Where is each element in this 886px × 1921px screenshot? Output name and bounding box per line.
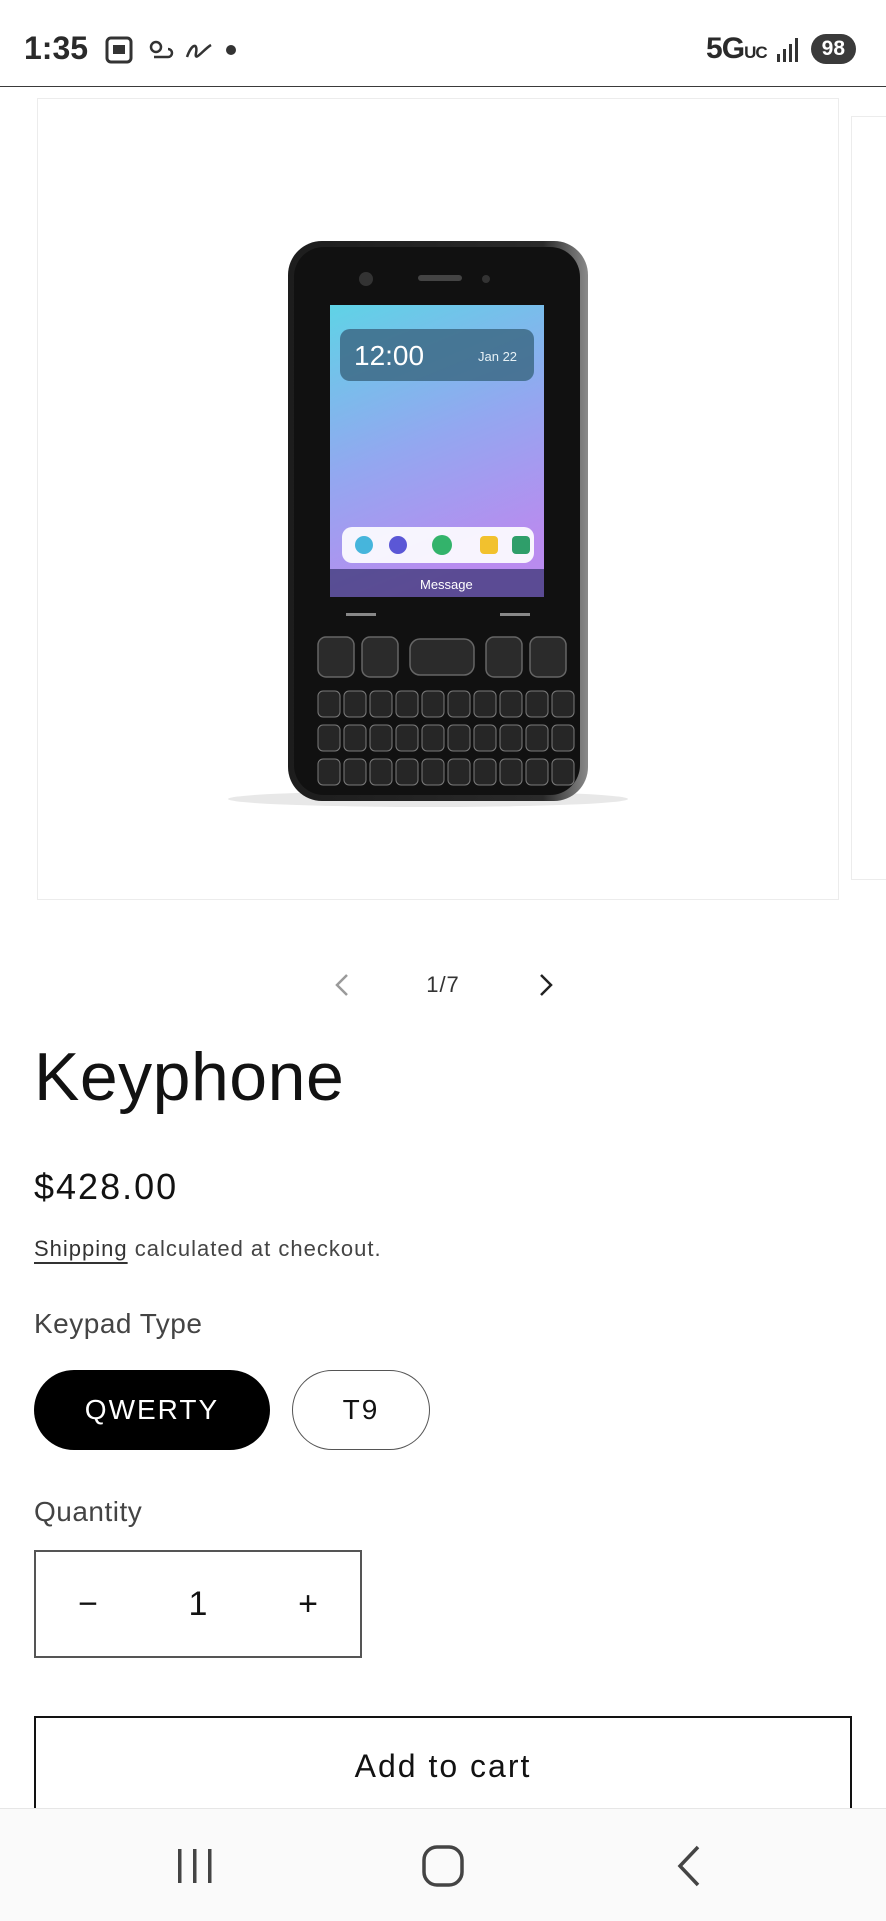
- signature-icon: [185, 43, 212, 58]
- chevron-left-icon[interactable]: [328, 970, 358, 1000]
- signal-icon: [776, 38, 798, 62]
- quantity-input[interactable]: 1: [140, 1585, 256, 1624]
- variant-t9-button[interactable]: T9: [292, 1370, 430, 1450]
- network-suffix: UC: [744, 43, 768, 62]
- quantity-decrease-button[interactable]: −: [36, 1552, 140, 1656]
- battery-badge: 98: [810, 34, 856, 64]
- shipping-link[interactable]: Shipping: [34, 1236, 128, 1261]
- svg-text:Message: Message: [420, 577, 473, 592]
- next-image-peek[interactable]: [851, 116, 886, 880]
- variant-qwerty-button[interactable]: QWERTY: [34, 1370, 270, 1450]
- variant-options: QWERTY T9: [34, 1370, 430, 1450]
- weather-icon: [149, 40, 174, 59]
- shipping-text: calculated at checkout.: [127, 1236, 382, 1261]
- chevron-right-icon[interactable]: [530, 970, 560, 1000]
- system-nav-bar: [0, 1808, 886, 1921]
- status-right: 5GUC 98: [706, 32, 856, 66]
- status-icons: [104, 32, 238, 68]
- quantity-label: Quantity: [34, 1496, 143, 1527]
- product-image-frame[interactable]: 12:00 Jan 22 Message: [37, 98, 839, 900]
- screenshot-icon: [105, 36, 133, 64]
- svg-text:12:00: 12:00: [354, 340, 424, 371]
- shipping-note: Shipping calculated at checkout.: [34, 1236, 382, 1262]
- product-image: 12:00 Jan 22 Message: [228, 241, 628, 807]
- slider-nav: 1/7: [0, 962, 886, 1012]
- svg-text:Jan 22: Jan 22: [478, 349, 517, 364]
- back-icon[interactable]: [666, 1841, 716, 1891]
- product-price: $428.00: [34, 1166, 179, 1207]
- home-icon[interactable]: [418, 1841, 468, 1891]
- network-type: 5G: [706, 32, 745, 65]
- slide-counter: 1/7: [426, 972, 460, 997]
- network-indicator: 5GUC: [706, 32, 768, 66]
- product-title: Keyphone: [34, 1039, 345, 1115]
- add-to-cart-button[interactable]: Add to cart: [34, 1716, 852, 1816]
- variant-label: Keypad Type: [34, 1308, 203, 1339]
- quantity-increase-button[interactable]: +: [256, 1552, 360, 1656]
- status-bar: 1:35 5GUC 98: [0, 0, 886, 87]
- recent-apps-icon[interactable]: [170, 1841, 220, 1891]
- status-time: 1:35: [24, 30, 89, 66]
- quantity-stepper: − 1 +: [34, 1550, 362, 1658]
- dot-icon: [226, 45, 236, 55]
